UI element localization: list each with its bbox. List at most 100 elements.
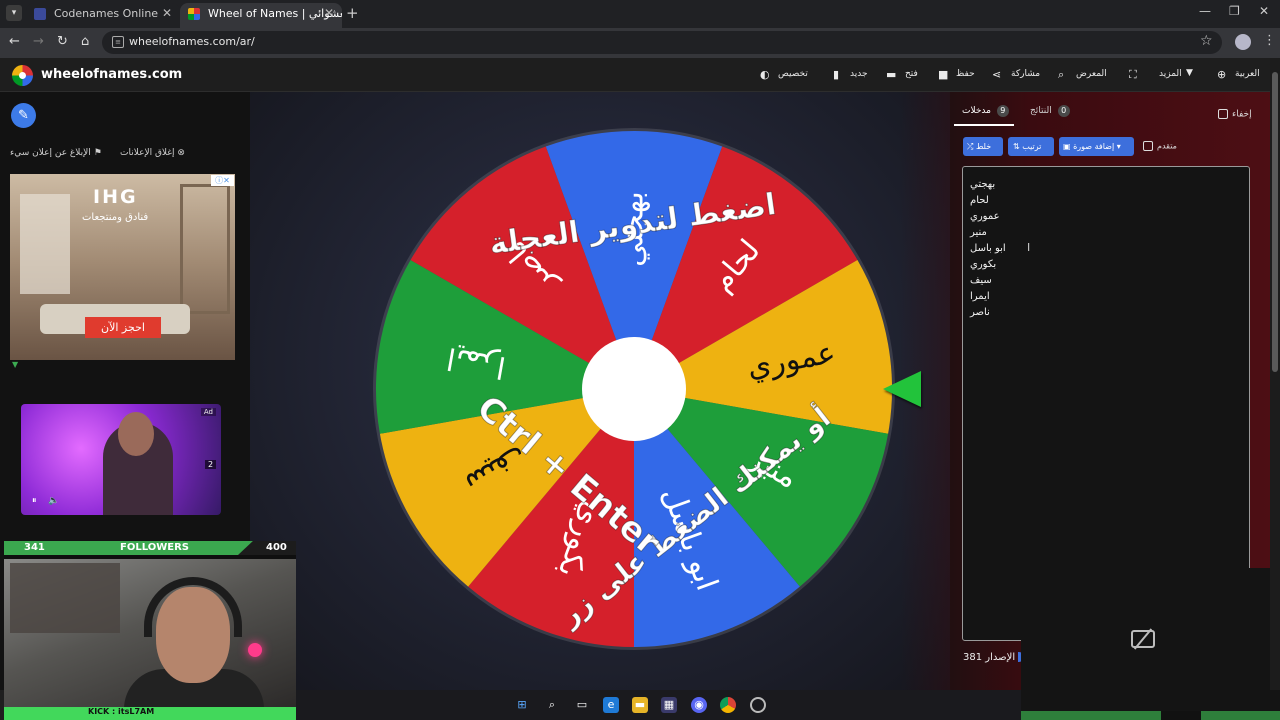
customize-button[interactable]: تخصيص xyxy=(778,69,808,79)
kick-handle: KICK : itsL7AM xyxy=(88,707,155,716)
bookmark-star-icon[interactable]: ☆ xyxy=(1200,33,1213,49)
back-icon[interactable]: ← xyxy=(9,34,20,49)
shuffle-icon: ⤮ xyxy=(967,142,974,151)
tab-search-button[interactable]: ▾ xyxy=(6,5,22,21)
browser-menu-icon[interactable]: ⋮ xyxy=(1263,33,1276,48)
webcam-shelf-graphic xyxy=(10,563,120,633)
kick-handle-bar: KICK : itsL7AM xyxy=(4,707,296,720)
hide-checkbox[interactable]: إخفاء xyxy=(1218,109,1252,120)
active-tab-indicator xyxy=(954,124,1014,126)
browser-tab-strip: ▾ Codenames Online ✕ Wheel of Names | اس… xyxy=(0,0,1280,28)
new-button[interactable]: جديد xyxy=(850,69,868,79)
ihg-ad[interactable]: IHG فنادق ومنتجعات احجز الآن ⓘ✕ xyxy=(10,174,235,360)
edge-icon[interactable]: e xyxy=(603,697,619,713)
share-button[interactable]: مشاركة xyxy=(1011,69,1040,79)
wheel-favicon-icon xyxy=(188,8,200,20)
scrollbar-thumb[interactable] xyxy=(1272,72,1278,372)
tab-title: Codenames Online xyxy=(54,7,159,20)
close-ads-label: إغلاق الإعلانات xyxy=(120,148,175,158)
add-image-button[interactable]: ▣ إضافة صورة ▾ xyxy=(1059,137,1134,156)
profile-avatar[interactable] xyxy=(1235,34,1251,50)
add-image-label: إضافة صورة xyxy=(1073,142,1115,151)
entry-item: لحام xyxy=(970,195,989,206)
task-view-icon[interactable]: ▭ xyxy=(574,697,590,713)
url-text: wheelofnames.com/ar/ xyxy=(129,35,255,48)
pause-icon[interactable]: ⏸ xyxy=(32,496,37,506)
site-info-icon[interactable]: ≡ xyxy=(112,36,124,48)
wheel-pointer-icon xyxy=(883,371,921,407)
tab-entries[interactable]: مدخلات 9 xyxy=(962,105,1009,117)
globe-icon: ⊕ xyxy=(1217,68,1227,81)
browser-tab-wheel-of-names[interactable]: Wheel of Names | اسم العشوائي ✕ xyxy=(180,3,342,28)
address-bar-row: ← → ↻ ⌂ ≡ wheelofnames.com/ar/ ☆ ⋮ xyxy=(0,28,1280,58)
omnibox[interactable]: ≡ wheelofnames.com/ar/ xyxy=(102,31,1222,54)
ad-shelf-graphic xyxy=(180,184,230,314)
checkbox-icon xyxy=(1143,141,1153,151)
version-info: 381 الإصدار xyxy=(963,652,1025,663)
forward-icon[interactable]: → xyxy=(33,34,44,49)
reload-icon[interactable]: ↻ xyxy=(57,34,68,49)
browser-tab-codenames[interactable]: Codenames Online ✕ xyxy=(26,3,180,28)
followers-goal-bar: 341 FOLLOWERS 400 xyxy=(4,541,296,555)
close-tab-icon[interactable]: ✕ xyxy=(324,3,334,24)
more-button[interactable]: المزيد xyxy=(1159,69,1182,79)
entry-item: بكوري xyxy=(970,259,997,270)
palette-icon: ◐ xyxy=(760,68,770,81)
page-scrollbar[interactable] xyxy=(1270,58,1280,690)
site-brand[interactable]: wheelofnames.com xyxy=(41,67,182,82)
followers-label: FOLLOWERS xyxy=(120,542,189,553)
save-button[interactable]: حفظ xyxy=(956,69,975,79)
share-icon: ⋖ xyxy=(992,68,1002,81)
entry-item: ايمرا xyxy=(970,291,990,302)
wheel[interactable]: بهجتي لحام عموري منير ابو باسل بكوري سيف ايمرا ن… xyxy=(371,126,897,652)
headphones-icon xyxy=(144,577,242,637)
entries-count-badge: 9 xyxy=(996,105,1009,117)
language-button[interactable]: العربية xyxy=(1235,69,1260,79)
close-ads-link[interactable]: إغلاق الإعلانات ⊗ xyxy=(120,148,185,158)
tab-results[interactable]: النتائج 0 xyxy=(1030,105,1070,117)
obs-icon[interactable] xyxy=(750,697,766,713)
ad-choices-icon[interactable]: ⓘ✕ xyxy=(211,175,234,186)
hide-label: إخفاء xyxy=(1232,109,1252,120)
sort-button[interactable]: ⇅ ترتيب xyxy=(1008,137,1054,156)
tab-results-label: النتائج xyxy=(1030,106,1052,116)
minimize-icon[interactable]: — xyxy=(1199,4,1211,18)
edit-pencil-button[interactable]: ✎ xyxy=(11,103,36,128)
discord-icon[interactable]: ◉ xyxy=(691,697,707,713)
advanced-label: متقدم xyxy=(1157,141,1177,151)
overlay-bottom-bar xyxy=(1021,711,1280,720)
report-ad-link[interactable]: الإبلاغ عن إعلان سيء ⚑ xyxy=(10,148,102,158)
search-icon[interactable]: ⌕ xyxy=(544,697,560,713)
checkbox-icon xyxy=(1218,109,1228,119)
open-button[interactable]: فتح xyxy=(905,69,918,79)
store-icon[interactable]: ▦ xyxy=(661,697,677,713)
close-tab-icon[interactable]: ✕ xyxy=(162,3,172,24)
ihg-logo: IHG xyxy=(93,186,138,208)
chevron-down-icon: ▾ xyxy=(1116,142,1121,151)
results-count-badge: 0 xyxy=(1057,105,1070,117)
stream-overlay: 341 FOLLOWERS 400 KICK : itsL7AM xyxy=(4,541,296,720)
shuffle-label: خلط xyxy=(975,142,992,151)
followers-goal: 400 xyxy=(266,542,287,553)
advanced-checkbox[interactable]: متقدم xyxy=(1143,141,1177,151)
windows-start-icon[interactable]: ⊞ xyxy=(514,697,530,713)
shuffle-button[interactable]: ⤮ خلط xyxy=(963,137,1003,156)
wheel-center-hub[interactable] xyxy=(582,337,686,441)
home-icon[interactable]: ⌂ xyxy=(81,34,89,49)
book-now-button[interactable]: احجز الآن xyxy=(85,317,161,338)
screen: ▾ Codenames Online ✕ Wheel of Names | اس… xyxy=(0,0,1280,720)
close-window-icon[interactable]: ✕ xyxy=(1259,4,1269,18)
wheel-svg[interactable]: بهجتي لحامعموريمنيرابو باسلبكوريسيفايمران… xyxy=(371,126,897,652)
ihg-subtitle: فنادق ومنتجعات xyxy=(82,212,149,223)
flag-icon: ⚑ xyxy=(93,148,102,158)
version-label: الإصدار xyxy=(985,652,1016,663)
file-explorer-icon[interactable]: ▬ xyxy=(632,697,648,713)
new-tab-icon[interactable]: + xyxy=(346,4,359,22)
chrome-icon[interactable] xyxy=(720,697,736,713)
restore-icon[interactable]: ❐ xyxy=(1229,4,1240,18)
wheel-logo-icon[interactable] xyxy=(12,65,33,86)
video-ad[interactable]: Ad 2 ⏸ 🔈 xyxy=(21,404,221,515)
gallery-button[interactable]: المعرض xyxy=(1076,69,1107,79)
fullscreen-icon[interactable]: ⛶ xyxy=(1129,68,1137,82)
volume-icon[interactable]: 🔈 xyxy=(48,496,59,506)
